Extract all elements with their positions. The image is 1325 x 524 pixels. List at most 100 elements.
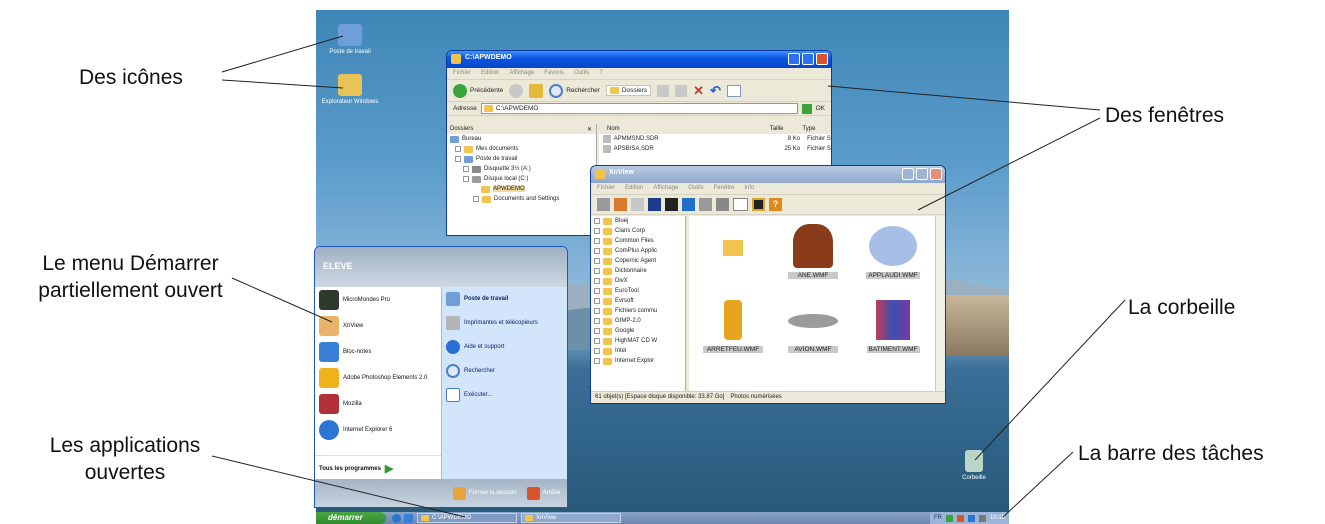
volume-icon[interactable] [978, 514, 986, 522]
place-help[interactable]: Aide et support [442, 335, 567, 359]
menu-edition[interactable]: Edition [625, 185, 643, 192]
close-button[interactable] [816, 53, 828, 65]
expand-icon[interactable] [594, 338, 600, 344]
menu-fichier[interactable]: Fichier [597, 185, 615, 192]
logoff-button[interactable]: Fermer la session [452, 486, 517, 500]
tree-item[interactable]: Documents and Settings [447, 194, 596, 204]
all-programs-button[interactable]: Tous les programmes ▶ [315, 455, 441, 481]
expand-icon[interactable] [463, 176, 469, 182]
minimize-button[interactable] [788, 53, 800, 65]
menu-outils[interactable]: Outils [688, 185, 703, 192]
program-notepad[interactable]: Bloc-notes [315, 339, 441, 365]
tray-icon[interactable] [967, 514, 975, 522]
expand-icon[interactable] [594, 248, 600, 254]
expand-icon[interactable] [594, 258, 600, 264]
expand-icon[interactable] [594, 268, 600, 274]
search-button[interactable]: Rechercher [549, 83, 600, 98]
program-micromondes[interactable]: MicroMondes Pro [315, 287, 441, 313]
menu-help[interactable]: ? [599, 70, 602, 77]
expand-icon[interactable] [455, 156, 461, 162]
desktop-icon-computer[interactable]: Poste de travail [320, 24, 380, 55]
delete-icon[interactable]: ✕ [693, 83, 704, 99]
camera-icon[interactable] [665, 198, 678, 211]
tree-item[interactable]: Google [591, 326, 685, 336]
quick-launch-icon[interactable] [404, 513, 413, 523]
thumbnail-scrollbar[interactable] [935, 216, 945, 391]
tree-item[interactable]: Intel [591, 346, 685, 356]
tree-item-selected[interactable]: APWDEMO [447, 184, 596, 194]
minimize-button[interactable] [902, 168, 914, 180]
expand-icon[interactable] [594, 278, 600, 284]
expand-icon[interactable] [594, 228, 600, 234]
quick-launch-icon[interactable] [392, 513, 401, 523]
view-mode-icon[interactable] [733, 198, 748, 211]
address-field[interactable]: C:\APWDEMO [480, 103, 798, 114]
tree-item[interactable]: ComPlus Applic [591, 246, 685, 256]
xnview-titlebar[interactable]: XnView [591, 166, 945, 183]
menu-affichage[interactable]: Affichage [509, 70, 534, 77]
tree-item[interactable]: Poste de travail [447, 154, 596, 164]
settings-icon[interactable] [716, 198, 729, 211]
program-mozilla[interactable]: Mozilla [315, 391, 441, 417]
expand-icon[interactable] [473, 196, 479, 202]
scan-icon[interactable] [648, 198, 661, 211]
tree-item[interactable]: Mes documents [447, 144, 596, 154]
thumbnail[interactable]: BATIMENT.WMF [855, 296, 931, 366]
tree-item[interactable]: Evrsoft [591, 296, 685, 306]
move-icon[interactable] [657, 84, 670, 97]
column-type[interactable]: Type [802, 126, 831, 132]
start-button[interactable]: démarrer [316, 512, 386, 524]
tree-item[interactable]: Disque local (C:) [447, 174, 596, 184]
tree-item[interactable]: EuroTool [591, 286, 685, 296]
tree-item[interactable]: Bureau [447, 134, 596, 144]
help-icon[interactable]: ? [769, 198, 782, 211]
fullscreen-icon[interactable] [614, 198, 627, 211]
thumbnail[interactable]: ANE.WMF [775, 222, 851, 292]
up-folder-icon[interactable] [529, 83, 544, 98]
forward-button[interactable] [509, 83, 524, 98]
convert-icon[interactable] [682, 198, 695, 211]
go-icon[interactable] [801, 103, 812, 114]
menu-fenetre[interactable]: Fenêtre [714, 185, 735, 192]
folders-button[interactable]: Dossiers [605, 85, 652, 96]
file-row[interactable]: APSBISA.SDR 25 Ko Fichier S [599, 144, 831, 154]
thumbnail[interactable] [695, 222, 771, 292]
expand-icon[interactable] [594, 328, 600, 334]
expand-icon[interactable] [594, 318, 600, 324]
column-size[interactable]: Taille [770, 126, 800, 132]
tree-item[interactable]: HighMAT CD W [591, 336, 685, 346]
expand-icon[interactable] [455, 146, 461, 152]
expand-icon[interactable] [594, 358, 600, 364]
desktop-icon-explorer[interactable]: Explorateur Windows [320, 74, 380, 105]
expand-icon[interactable] [594, 298, 600, 304]
tree-item[interactable]: Disquette 3½ (A:) [447, 164, 596, 174]
views-icon[interactable] [726, 84, 741, 97]
xnview-window[interactable]: XnView Fichier Edition Affichage Outils … [590, 165, 946, 404]
close-pane-icon[interactable]: ✕ [587, 126, 592, 133]
tree-item[interactable]: Dictionnaire [591, 266, 685, 276]
tree-item[interactable]: Bluej [591, 216, 685, 226]
go-label[interactable]: OK [816, 105, 825, 112]
place-run[interactable]: Exécuter... [442, 383, 567, 407]
place-search[interactable]: Rechercher [442, 359, 567, 383]
menu-affichage[interactable]: Affichage [653, 185, 678, 192]
tree-item[interactable]: Fichiers commu [591, 306, 685, 316]
tree-item[interactable]: Common Files [591, 236, 685, 246]
options-icon[interactable] [752, 198, 765, 211]
expand-icon[interactable] [594, 288, 600, 294]
file-row[interactable]: APMMSND.SDR 8 Ko Fichier S [599, 134, 831, 144]
taskbar-task-explorer[interactable]: C:\APWDEMO [417, 513, 517, 523]
tree-item[interactable]: Claris Corp [591, 226, 685, 236]
thumbnail[interactable]: APPLAUDI.WMF [855, 222, 931, 292]
expand-icon[interactable] [594, 348, 600, 354]
shutdown-button[interactable]: Arrêter [526, 486, 561, 500]
tree-item[interactable]: GIMP-2.0 [591, 316, 685, 326]
copy-icon[interactable] [675, 84, 688, 97]
menu-info[interactable]: Info [744, 185, 754, 192]
taskbar-task-xnview[interactable]: XnView [521, 513, 621, 523]
menu-fichier[interactable]: Fichier [453, 70, 471, 77]
thumbnail[interactable]: AVION.WMF [775, 296, 851, 366]
program-photoshop[interactable]: Adobe Photoshop Elements 2.0 [315, 365, 441, 391]
explorer-titlebar[interactable]: C:\APWDEMO [447, 51, 831, 68]
place-my-computer[interactable]: Poste de travail [442, 287, 567, 311]
